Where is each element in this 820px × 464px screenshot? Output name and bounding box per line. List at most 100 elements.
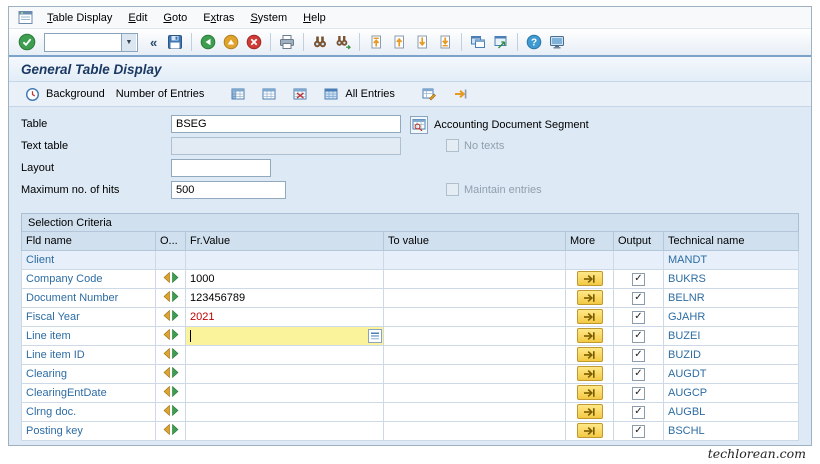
shortcut-icon[interactable]: [491, 32, 511, 52]
selection-row-clearing: Clearing ✓ AUGDT: [21, 364, 799, 384]
menu-help[interactable]: Help: [295, 10, 334, 26]
customize-layout-icon[interactable]: [547, 32, 567, 52]
multiple-selection-button[interactable]: [576, 309, 603, 325]
to-value-cell[interactable]: [383, 307, 566, 327]
all-entries-button[interactable]: All Entries: [316, 82, 400, 106]
to-value-cell[interactable]: [383, 345, 566, 365]
from-value-cell[interactable]: [185, 383, 384, 403]
maximum-no-of-hits-input[interactable]: 500: [171, 181, 286, 199]
column-header-fr-value: Fr.Value: [185, 231, 384, 251]
value-help-icon[interactable]: [368, 329, 382, 343]
help-icon[interactable]: ?: [524, 32, 544, 52]
menu-table-display[interactable]: Table Display: [39, 10, 120, 26]
selection-row-company-code: Company Code 1000 ✓ BUKRS: [21, 269, 799, 289]
selection-row-fiscal-year: Fiscal Year 2021 ✓ GJAHR: [21, 307, 799, 327]
toolbar-separator: [461, 33, 463, 51]
command-input[interactable]: [45, 34, 121, 50]
exit-icon[interactable]: [221, 32, 241, 52]
menu-system[interactable]: System: [242, 10, 295, 26]
from-value-cell[interactable]: 1000: [185, 269, 384, 289]
menu-goto[interactable]: Goto: [155, 10, 195, 26]
output-checkbox[interactable]: ✓: [632, 367, 645, 381]
selection-option-icon[interactable]: [162, 385, 180, 398]
output-checkbox[interactable]: ✓: [632, 386, 645, 400]
more-cell: [565, 326, 614, 346]
to-value-cell[interactable]: [383, 364, 566, 384]
field-name: Line item: [21, 326, 156, 346]
print-icon[interactable]: [277, 32, 297, 52]
save-icon[interactable]: [165, 32, 185, 52]
output-cell: ✓: [613, 345, 664, 365]
command-dropdown-icon[interactable]: ▼: [121, 33, 136, 51]
output-checkbox[interactable]: ✓: [632, 310, 645, 324]
to-value-cell[interactable]: [383, 288, 566, 308]
system-menu-icon[interactable]: [15, 8, 35, 28]
field-name: Line item ID: [21, 345, 156, 365]
selection-option-icon[interactable]: [162, 290, 180, 303]
select-all-button[interactable]: [223, 82, 253, 106]
multiple-selection-button[interactable]: [576, 404, 603, 420]
from-value-cell[interactable]: 123456789: [185, 288, 384, 308]
watermark: techlorean.com: [707, 446, 806, 461]
selection-option-icon[interactable]: [162, 309, 180, 322]
output-checkbox[interactable]: ✓: [632, 272, 645, 286]
output-checkbox[interactable]: ✓: [632, 291, 645, 305]
previous-page-icon[interactable]: [389, 32, 409, 52]
clock-icon: [22, 84, 42, 104]
selection-option-icon[interactable]: [162, 423, 180, 436]
find-next-icon[interactable]: [333, 32, 353, 52]
number-of-entries-button[interactable]: Number of Entries: [111, 86, 210, 102]
maintain-entries-checkbox: [446, 183, 459, 196]
multiple-selection-button[interactable]: [576, 328, 603, 344]
background-button[interactable]: Background: [17, 82, 110, 106]
enter-button[interactable]: [17, 32, 37, 52]
layout-label: Layout: [21, 162, 55, 174]
from-value-cell: [185, 250, 384, 270]
collapse-toolbar-icon[interactable]: «: [145, 35, 162, 50]
menu-edit[interactable]: Edit: [120, 10, 155, 26]
multiple-selection-button[interactable]: [576, 347, 603, 363]
selection-option-icon[interactable]: [162, 328, 180, 341]
from-value-cell[interactable]: [185, 421, 384, 441]
cancel-icon[interactable]: [244, 32, 264, 52]
from-value-cell[interactable]: [185, 345, 384, 365]
back-icon[interactable]: [198, 32, 218, 52]
output-checkbox[interactable]: ✓: [632, 329, 645, 343]
to-value-cell[interactable]: [383, 326, 566, 346]
from-value-cell[interactable]: 2021: [185, 307, 384, 327]
from-value-cell[interactable]: [185, 364, 384, 384]
next-page-icon[interactable]: [412, 32, 432, 52]
layout-input[interactable]: [171, 159, 271, 177]
output-checkbox[interactable]: ✓: [632, 348, 645, 362]
multiple-selection-button[interactable]: [576, 423, 603, 439]
from-value-cell[interactable]: [185, 326, 384, 346]
first-page-icon[interactable]: [366, 32, 386, 52]
to-value-cell[interactable]: [383, 402, 566, 422]
selection-option-icon[interactable]: [162, 404, 180, 417]
multiple-selection-button[interactable]: [576, 385, 603, 401]
output-checkbox[interactable]: ✓: [632, 424, 645, 438]
forward-button[interactable]: [445, 82, 475, 106]
field-name: Document Number: [21, 288, 156, 308]
new-session-icon[interactable]: [468, 32, 488, 52]
to-value-cell[interactable]: [383, 383, 566, 403]
from-value-cell[interactable]: [185, 402, 384, 422]
to-value-cell[interactable]: [383, 421, 566, 441]
multiple-selection-button[interactable]: [576, 366, 603, 382]
to-value-cell[interactable]: [383, 269, 566, 289]
last-page-icon[interactable]: [435, 32, 455, 52]
operator-cell: [155, 288, 186, 308]
menu-extras[interactable]: Extras: [195, 10, 242, 26]
multiple-selection-button[interactable]: [576, 271, 603, 287]
delete-selection-button[interactable]: [285, 82, 315, 106]
deselect-all-button[interactable]: [254, 82, 284, 106]
table-input[interactable]: BSEG: [171, 115, 401, 133]
find-icon[interactable]: [310, 32, 330, 52]
output-checkbox[interactable]: ✓: [632, 405, 645, 419]
table-documentation-icon[interactable]: [409, 115, 429, 135]
multiple-selection-button[interactable]: [576, 290, 603, 306]
selection-option-icon[interactable]: [162, 271, 180, 284]
selection-option-icon[interactable]: [162, 347, 180, 360]
selection-option-icon[interactable]: [162, 366, 180, 379]
maintain-entries-button[interactable]: [414, 82, 444, 106]
